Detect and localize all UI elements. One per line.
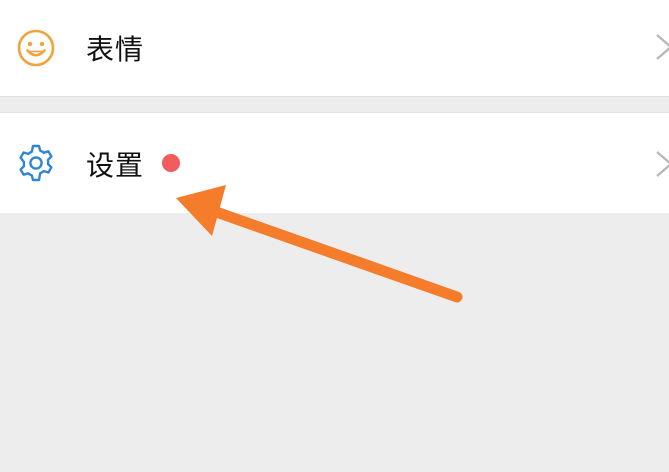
arrow-shaft <box>199 202 463 303</box>
smiley-icon <box>17 29 55 67</box>
menu-item-label: 表情 <box>86 33 145 66</box>
menu-item-settings[interactable]: 设置 <box>0 112 669 213</box>
notification-badge <box>162 154 180 172</box>
chevron-right-icon <box>656 34 669 60</box>
menu-item-label: 设置 <box>86 149 145 182</box>
gear-icon <box>19 144 53 182</box>
menu-item-emoji[interactable]: 表情 <box>0 0 669 97</box>
chevron-right-icon <box>656 151 669 177</box>
